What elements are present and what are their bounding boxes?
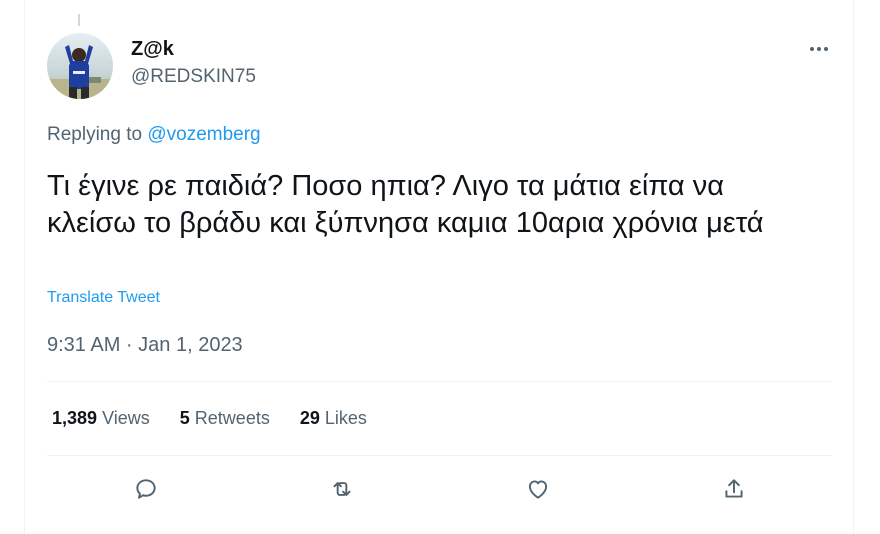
- tweet-timestamp[interactable]: 9:31 AM · Jan 1, 2023: [47, 334, 243, 357]
- tweet-text: Τι έγινε ρε παιδιά? Ποσο ηπια? Λιγο τα μ…: [47, 170, 764, 239]
- replying-prefix: Replying to: [47, 124, 148, 145]
- retweet-button[interactable]: [325, 472, 359, 506]
- share-button[interactable]: [717, 472, 751, 506]
- like-button[interactable]: [521, 472, 555, 506]
- retweet-icon: [333, 482, 351, 496]
- views-stat[interactable]: 1,389 Views: [52, 408, 150, 429]
- heart-icon: [528, 480, 548, 499]
- replying-to: Replying to @vozemberg: [47, 124, 261, 146]
- likes-stat[interactable]: 29 Likes: [300, 408, 367, 429]
- tweet-stats: 1,389 Views 5 Retweets 29 Likes: [52, 408, 397, 429]
- display-name[interactable]: Z@k: [131, 38, 174, 61]
- views-label: Views: [102, 408, 150, 428]
- divider: [47, 381, 832, 382]
- retweets-stat[interactable]: 5 Retweets: [180, 408, 270, 429]
- likes-count: 29: [299, 408, 320, 428]
- retweets-label: Retweets: [194, 408, 270, 428]
- divider: [47, 455, 832, 456]
- user-handle[interactable]: @REDSKIN75: [131, 66, 256, 88]
- reply-button[interactable]: [129, 472, 163, 506]
- tweet-actions-bar: [47, 468, 832, 510]
- more-horizontal-icon: [810, 47, 828, 51]
- views-count: 1,389: [52, 408, 98, 428]
- avatar[interactable]: [47, 33, 113, 99]
- reply-icon: [136, 479, 156, 499]
- share-icon: [725, 479, 743, 498]
- translate-tweet-link[interactable]: Translate Tweet: [47, 289, 160, 307]
- likes-label: Likes: [324, 408, 367, 428]
- more-options-button[interactable]: [806, 36, 832, 62]
- reply-mention-link[interactable]: @vozemberg: [147, 124, 260, 145]
- thread-connector-line: [78, 14, 80, 26]
- retweets-count: 5: [179, 408, 190, 428]
